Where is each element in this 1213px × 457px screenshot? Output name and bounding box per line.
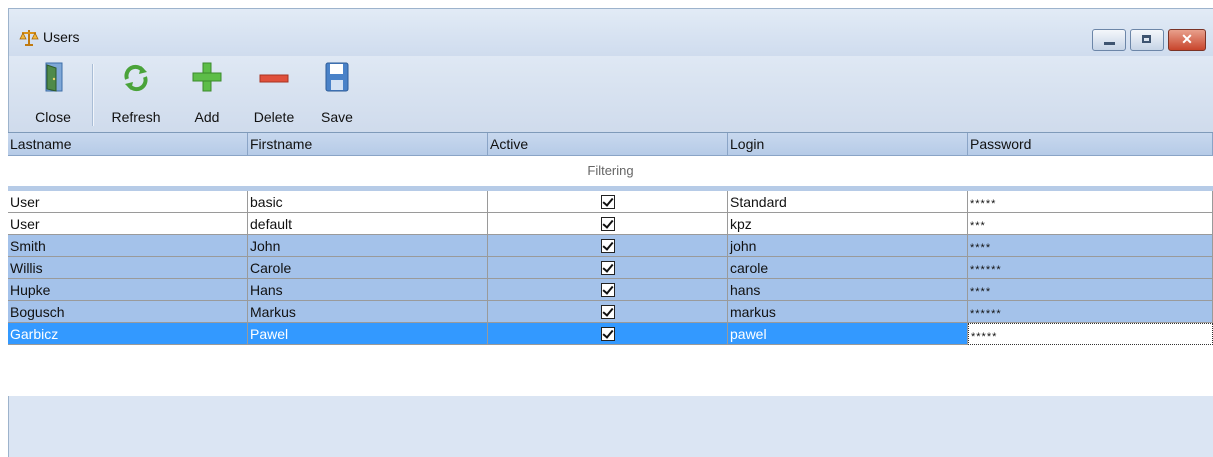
cell-login[interactable]: hans [728, 279, 968, 301]
maximize-button[interactable] [1130, 29, 1164, 51]
active-checkbox[interactable] [600, 305, 615, 320]
column-header-password[interactable]: Password [968, 133, 1213, 155]
cell-active[interactable] [488, 191, 728, 213]
cell-firstname[interactable]: Carole [248, 257, 488, 279]
filter-row[interactable]: Filtering [8, 156, 1213, 191]
add-label: Add [194, 109, 220, 125]
cell-active[interactable] [488, 301, 728, 323]
cell-login[interactable]: pawel [728, 323, 968, 345]
plus-icon [192, 62, 222, 92]
cell-firstname[interactable]: default [248, 213, 488, 235]
table-row[interactable]: Hupke Hans hans **** [8, 279, 1213, 301]
cell-login[interactable]: markus [728, 301, 968, 323]
cell-password[interactable]: ****** [968, 301, 1213, 323]
cell-lastname[interactable]: Smith [8, 235, 248, 257]
cell-password[interactable]: *** [968, 213, 1213, 235]
add-button[interactable]: Add [186, 61, 228, 129]
active-checkbox[interactable] [600, 283, 615, 298]
scales-icon [19, 30, 39, 46]
refresh-label: Refresh [111, 109, 161, 125]
table-row[interactable]: Bogusch Markus markus ****** [8, 301, 1213, 323]
cell-firstname[interactable]: Hans [248, 279, 488, 301]
active-checkbox[interactable] [600, 217, 615, 232]
table-row[interactable]: Willis Carole carole ****** [8, 257, 1213, 279]
password-mask: ****** [970, 308, 1002, 320]
cell-password[interactable]: ***** [968, 191, 1213, 213]
minimize-icon [1104, 42, 1115, 45]
delete-button[interactable]: Delete [245, 61, 303, 129]
table-row-selected[interactable]: Garbicz Pawel pawel ***** [8, 323, 1213, 345]
refresh-button[interactable]: Refresh [101, 61, 171, 129]
table-row[interactable]: Smith John john **** [8, 235, 1213, 257]
save-label: Save [321, 109, 353, 125]
cell-lastname[interactable]: User [8, 213, 248, 235]
password-mask: ***** [971, 331, 998, 343]
cell-lastname[interactable]: Hupke [8, 279, 248, 301]
cell-active[interactable] [488, 213, 728, 235]
password-mask: **** [970, 286, 992, 298]
cell-login[interactable]: Standard [728, 191, 968, 213]
password-mask: *** [970, 220, 986, 232]
active-checkbox[interactable] [600, 239, 615, 254]
grid-header: Lastname Firstname Active Login Password [8, 133, 1213, 156]
close-icon: ✕ [1181, 31, 1193, 47]
cell-password-focused[interactable]: ***** [968, 323, 1213, 345]
column-header-active[interactable]: Active [488, 133, 728, 155]
title-bar[interactable]: Users ✕ [9, 9, 1213, 56]
password-mask: **** [970, 242, 992, 254]
maximize-icon [1142, 35, 1151, 43]
close-button[interactable]: Close [27, 61, 79, 129]
cell-password[interactable]: ****** [968, 257, 1213, 279]
cell-lastname[interactable]: Garbicz [8, 323, 248, 345]
column-header-lastname[interactable]: Lastname [8, 133, 248, 155]
window-title: Users [43, 29, 80, 45]
active-checkbox[interactable] [600, 261, 615, 276]
toolbar: Close Refresh Add Delete Save [9, 56, 1213, 133]
cell-firstname[interactable]: John [248, 235, 488, 257]
table-row[interactable]: User basic Standard ***** [8, 191, 1213, 213]
toolbar-separator [92, 64, 94, 126]
cell-login[interactable]: kpz [728, 213, 968, 235]
cell-password[interactable]: **** [968, 279, 1213, 301]
cell-firstname[interactable]: Markus [248, 301, 488, 323]
minimize-button[interactable] [1092, 29, 1126, 51]
active-checkbox[interactable] [600, 195, 615, 210]
close-window-button[interactable]: ✕ [1168, 29, 1206, 51]
floppy-disk-icon [325, 62, 349, 92]
close-label: Close [35, 109, 71, 125]
cell-lastname[interactable]: User [8, 191, 248, 213]
minus-icon [259, 74, 289, 83]
cell-active[interactable] [488, 257, 728, 279]
cell-login[interactable]: john [728, 235, 968, 257]
cell-firstname[interactable]: basic [248, 191, 488, 213]
active-checkbox[interactable] [600, 327, 615, 342]
password-mask: ****** [970, 264, 1002, 276]
cell-lastname[interactable]: Bogusch [8, 301, 248, 323]
cell-password[interactable]: **** [968, 235, 1213, 257]
cell-firstname[interactable]: Pawel [248, 323, 488, 345]
save-button[interactable]: Save [314, 61, 360, 129]
cell-active[interactable] [488, 279, 728, 301]
cell-active[interactable] [488, 235, 728, 257]
cell-lastname[interactable]: Willis [8, 257, 248, 279]
cell-active[interactable] [488, 323, 728, 345]
cell-login[interactable]: carole [728, 257, 968, 279]
column-header-firstname[interactable]: Firstname [248, 133, 488, 155]
table-row[interactable]: User default kpz *** [8, 213, 1213, 235]
door-exit-icon [45, 62, 63, 92]
users-grid: Lastname Firstname Active Login Password… [8, 132, 1213, 396]
delete-label: Delete [253, 109, 295, 125]
refresh-icon [124, 64, 148, 92]
password-mask: ***** [970, 198, 997, 210]
column-header-login[interactable]: Login [728, 133, 968, 155]
